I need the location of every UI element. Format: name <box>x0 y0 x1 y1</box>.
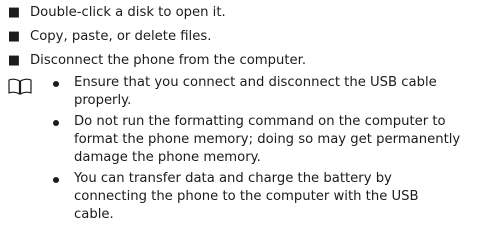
step-item: ■ Disconnect the phone from the computer… <box>7 49 306 73</box>
square-bullet: ■ <box>7 53 21 68</box>
note-line: Ensure that you connect and disconnect t… <box>74 75 437 90</box>
round-bullet <box>53 177 59 183</box>
note-line: format the phone memory; doing so may ge… <box>74 132 461 147</box>
note-block: Ensure that you connect and disconnect t… <box>0 74 486 242</box>
open-book-icon <box>8 78 32 95</box>
round-bullet <box>53 81 59 87</box>
note-item: Do not run the formatting command on the… <box>48 113 468 167</box>
round-bullet <box>53 120 59 126</box>
note-item: Ensure that you connect and disconnect t… <box>48 74 468 110</box>
step-list: ■ Double-click a disk to open it. ■ Copy… <box>7 1 306 73</box>
step-item: ■ Copy, paste, or delete files. <box>7 25 306 49</box>
note-line: cable. <box>74 207 114 222</box>
note-list: Ensure that you connect and disconnect t… <box>48 74 468 227</box>
step-text: Disconnect the phone from the computer. <box>30 53 307 68</box>
step-text: Copy, paste, or delete files. <box>30 29 212 44</box>
step-text: Double-click a disk to open it. <box>30 5 226 20</box>
step-item: ■ Double-click a disk to open it. <box>7 1 306 25</box>
note-line: damage the phone memory. <box>74 150 261 165</box>
square-bullet: ■ <box>7 29 21 44</box>
square-bullet: ■ <box>7 5 21 20</box>
note-line: properly. <box>74 93 132 108</box>
note-line: You can transfer data and charge the bat… <box>74 171 392 186</box>
note-item: You can transfer data and charge the bat… <box>48 170 468 224</box>
note-line: Do not run the formatting command on the… <box>74 114 446 129</box>
note-line: connecting the phone to the computer wit… <box>74 189 419 204</box>
